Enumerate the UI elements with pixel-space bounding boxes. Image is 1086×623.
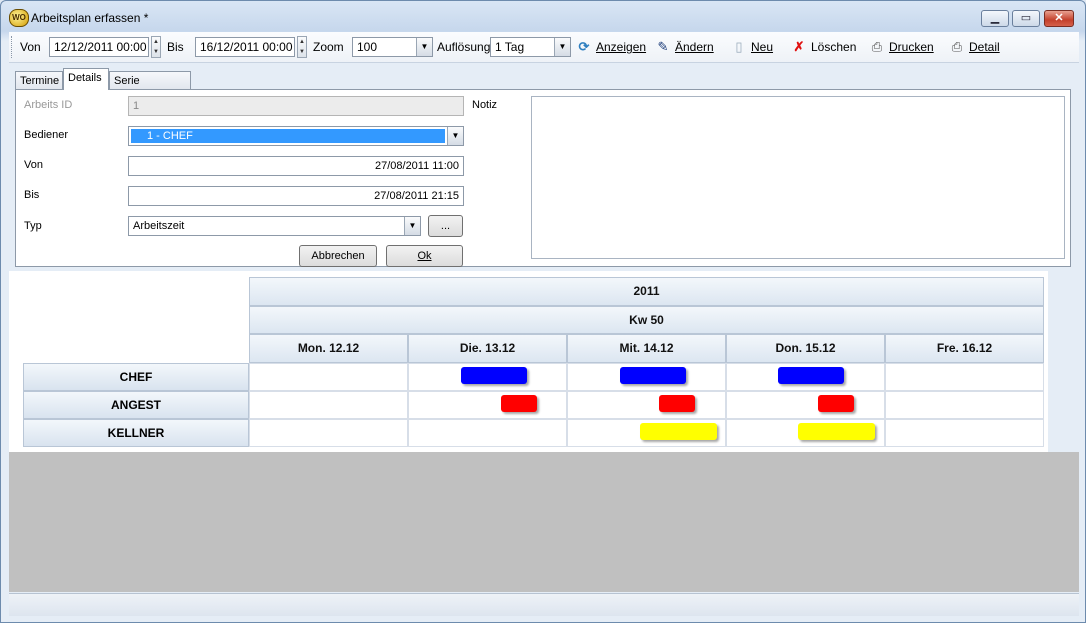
arbeits-id-input[interactable]: 1 bbox=[128, 96, 464, 116]
anzeigen-button[interactable]: ⟳ Anzeigen bbox=[576, 37, 647, 57]
aendern-label: Ändern bbox=[675, 40, 714, 54]
anzeigen-label: Anzeigen bbox=[596, 40, 647, 54]
tab-serie-eintragen[interactable]: Serie eintragen bbox=[109, 71, 191, 105]
toolbar-grip[interactable] bbox=[11, 36, 14, 58]
neu-button[interactable]: ▯ Neu bbox=[731, 37, 773, 57]
notiz-textarea[interactable] bbox=[531, 96, 1065, 259]
typ-select[interactable]: Arbeitszeit ▼ bbox=[128, 216, 421, 236]
von-label: Von bbox=[20, 40, 41, 54]
bediener-value: 1 - CHEF bbox=[131, 129, 445, 143]
chevron-down-icon[interactable]: ▼ bbox=[554, 38, 570, 56]
schedule-cell[interactable] bbox=[249, 419, 408, 447]
tab-details[interactable]: Details bbox=[63, 68, 109, 90]
typ-value: Arbeitszeit bbox=[133, 220, 185, 232]
bis-spinner[interactable]: ▲ ▼ bbox=[297, 36, 307, 58]
bis-date-input[interactable]: 16/12/2011 00:00 bbox=[195, 37, 295, 57]
detail-button[interactable]: ⎙ Detail bbox=[949, 37, 1000, 57]
chevron-down-icon[interactable]: ▼ bbox=[404, 217, 420, 235]
zoom-select[interactable]: 100 ▼ bbox=[352, 37, 433, 57]
von-label: Von bbox=[24, 159, 43, 171]
toolbar: Von 12/12/2011 00:00 ▲ ▼ Bis 16/12/2011 0… bbox=[9, 32, 1079, 63]
day-header[interactable]: Die. 13.12 bbox=[408, 334, 567, 363]
app-logo-icon: WO bbox=[9, 9, 29, 27]
loeschen-button[interactable]: ✗ Löschen bbox=[791, 37, 857, 57]
aendern-button[interactable]: ✎ Ändern bbox=[655, 37, 714, 57]
notiz-label: Notiz bbox=[472, 99, 498, 111]
details-panel: Arbeits ID 1 Bediener 1 - CHEF ▼ Von 27/… bbox=[15, 89, 1071, 267]
zoom-value: 100 bbox=[357, 40, 378, 54]
appointment-bar-chef[interactable] bbox=[461, 367, 527, 384]
resource-row-angest[interactable]: ANGEST bbox=[23, 391, 249, 419]
aufloesung-select[interactable]: 1 Tag ▼ bbox=[490, 37, 571, 57]
abbrechen-button[interactable]: Abbrechen bbox=[299, 245, 377, 267]
schedule-cell[interactable] bbox=[408, 391, 567, 419]
appointment-bar-chef[interactable] bbox=[778, 367, 844, 384]
aufloesung-value: 1 Tag bbox=[495, 40, 525, 54]
tab-termine[interactable]: Termine bbox=[15, 71, 63, 89]
appointment-bar-angest[interactable] bbox=[818, 395, 854, 412]
bis-label: Bis bbox=[24, 189, 40, 201]
edit-icon: ✎ bbox=[657, 39, 669, 54]
appointment-bar-kellner[interactable] bbox=[640, 423, 717, 440]
day-header[interactable]: Mit. 14.12 bbox=[567, 334, 726, 363]
schedule-cell[interactable] bbox=[726, 391, 885, 419]
delete-icon: ✗ bbox=[793, 39, 805, 54]
schedule-cell[interactable] bbox=[249, 363, 408, 391]
von-spinner[interactable]: ▲ ▼ bbox=[151, 36, 161, 58]
day-header[interactable]: Don. 15.12 bbox=[726, 334, 885, 363]
chevron-down-icon[interactable]: ▼ bbox=[447, 127, 463, 145]
detail-label: Detail bbox=[969, 40, 1000, 54]
bis-datetime-input[interactable]: 27/08/2011 21:15 bbox=[128, 186, 464, 206]
title-bar[interactable]: WO Arbeitsplan erfassen * ▁ ▭ ✕ bbox=[1, 1, 1085, 31]
schedule-cell[interactable] bbox=[885, 363, 1044, 391]
typ-label: Typ bbox=[24, 220, 42, 232]
refresh-icon: ⟳ bbox=[578, 39, 590, 54]
ok-button[interactable]: Ok bbox=[386, 245, 463, 267]
loeschen-label: Löschen bbox=[811, 40, 857, 54]
bediener-label: Bediener bbox=[24, 129, 69, 141]
aufloesung-label: Auflösung bbox=[437, 40, 491, 54]
drucken-label: Drucken bbox=[889, 40, 934, 54]
printer-icon: ⎙ bbox=[871, 39, 883, 54]
zoom-label: Zoom bbox=[313, 40, 344, 54]
printer-detail-icon: ⎙ bbox=[951, 39, 963, 54]
year-header: 2011 bbox=[249, 277, 1044, 306]
close-button[interactable]: ✕ bbox=[1044, 10, 1074, 27]
week-header: Kw 50 bbox=[249, 306, 1044, 334]
window-title: Arbeitsplan erfassen * bbox=[31, 11, 149, 25]
day-header[interactable]: Fre. 16.12 bbox=[885, 334, 1044, 363]
appointment-bar-angest[interactable] bbox=[501, 395, 537, 412]
appointment-bar-angest[interactable] bbox=[659, 395, 695, 412]
arbeits-id-label: Arbeits ID bbox=[24, 99, 73, 111]
schedule-cell[interactable] bbox=[885, 391, 1044, 419]
resource-row-chef[interactable]: CHEF bbox=[23, 363, 249, 391]
neu-label: Neu bbox=[751, 40, 774, 54]
day-header[interactable]: Mon. 12.12 bbox=[249, 334, 408, 363]
bediener-select[interactable]: 1 - CHEF ▼ bbox=[128, 126, 464, 146]
appointment-bar-kellner[interactable] bbox=[798, 423, 875, 440]
schedule-cell[interactable] bbox=[408, 419, 567, 447]
appointment-bar-chef[interactable] bbox=[620, 367, 686, 384]
maximize-button[interactable]: ▭ bbox=[1012, 10, 1040, 27]
chevron-down-icon[interactable]: ▼ bbox=[416, 38, 432, 56]
schedule-cell[interactable] bbox=[567, 391, 726, 419]
application-window: WO Arbeitsplan erfassen * ▁ ▭ ✕ Von 12/1… bbox=[0, 0, 1086, 623]
schedule-cell[interactable] bbox=[249, 391, 408, 419]
empty-work-area bbox=[9, 452, 1079, 592]
bis-label: Bis bbox=[167, 40, 184, 54]
drucken-button[interactable]: ⎙ Drucken bbox=[869, 37, 934, 57]
von-datetime-input[interactable]: 27/08/2011 11:00 bbox=[128, 156, 464, 176]
schedule-cell[interactable] bbox=[885, 419, 1044, 447]
resource-row-kellner[interactable]: KELLNER bbox=[23, 419, 249, 447]
von-date-input[interactable]: 12/12/2011 00:00 bbox=[49, 37, 149, 57]
minimize-button[interactable]: ▁ bbox=[981, 10, 1009, 27]
status-bar bbox=[9, 593, 1079, 616]
typ-browse-button[interactable]: ... bbox=[428, 215, 463, 237]
new-document-icon: ▯ bbox=[735, 39, 743, 54]
schedule-grid: 2011 Kw 50 Mon. 12.12 Die. 13.12 Mit. 14… bbox=[9, 271, 1048, 452]
